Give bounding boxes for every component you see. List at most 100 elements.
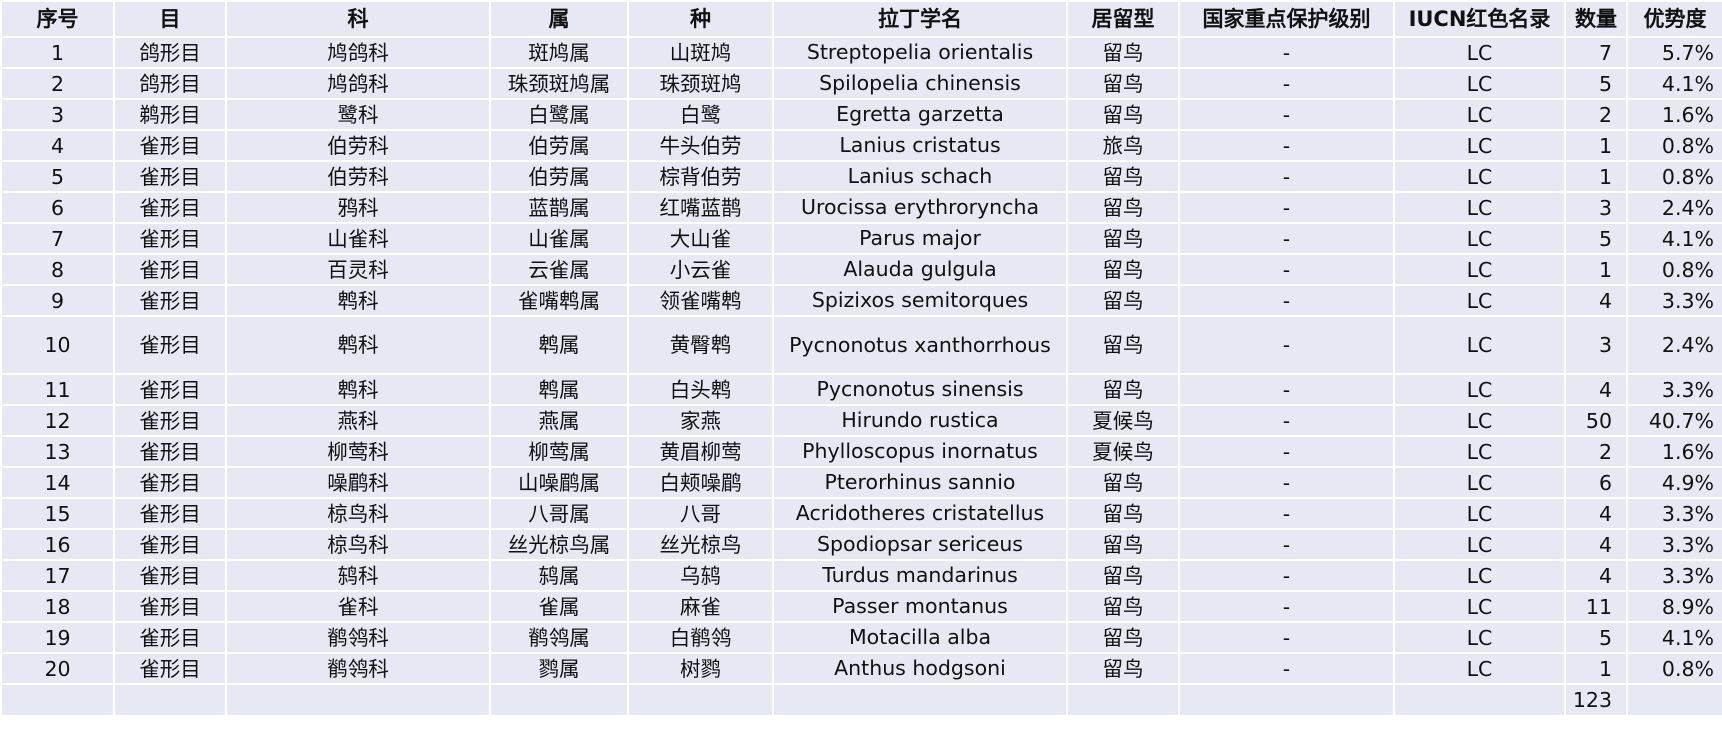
cell-genus: 八哥属 — [489, 497, 629, 530]
cell-latin-name: Motacilla alba — [772, 621, 1068, 654]
cell-family: 鹎科 — [225, 284, 491, 317]
table-row: 19 雀形目 鹡鸰科 鹡鸰属 白鹡鸰 Motacilla alba 留鸟 - LC 5 4.1% — [0, 621, 1722, 654]
total-blank-cell — [489, 683, 629, 717]
cell-residence-type: 留鸟 — [1066, 315, 1180, 375]
cell-species: 白颊噪鹛 — [627, 466, 774, 499]
cell-species: 乌鸫 — [627, 559, 774, 592]
cell-order: 雀形目 — [113, 160, 227, 193]
cell-species: 黄臀鹎 — [627, 315, 774, 375]
cell-dominance: 3.3% — [1626, 528, 1722, 561]
cell-residence-type: 留鸟 — [1066, 590, 1180, 623]
total-blank-cell — [1393, 683, 1566, 717]
cell-index: 20 — [0, 652, 115, 685]
table-row: 17 雀形目 鸫科 鸫属 乌鸫 Turdus mandarinus 留鸟 - LC 4 3.3% — [0, 559, 1722, 592]
cell-iucn: LC — [1393, 98, 1566, 131]
cell-national-protection: - — [1178, 466, 1395, 499]
cell-genus: 珠颈斑鸠属 — [489, 67, 629, 100]
cell-species: 麻雀 — [627, 590, 774, 623]
cell-national-protection: - — [1178, 284, 1395, 317]
cell-residence-type: 留鸟 — [1066, 652, 1180, 685]
cell-residence-type: 留鸟 — [1066, 497, 1180, 530]
cell-iucn: LC — [1393, 284, 1566, 317]
cell-dominance: 4.1% — [1626, 222, 1722, 255]
cell-index: 14 — [0, 466, 115, 499]
cell-genus: 雀属 — [489, 590, 629, 623]
cell-genus: 云雀属 — [489, 253, 629, 286]
cell-latin-name: Phylloscopus inornatus — [772, 435, 1068, 468]
cell-national-protection: - — [1178, 559, 1395, 592]
table-body: 1 鸽形目 鸠鸽科 斑鸠属 山斑鸠 Streptopelia orientalis 留鸟 - L… — [0, 36, 1722, 685]
cell-order: 雀形目 — [113, 404, 227, 437]
table-row: 9 雀形目 鹎科 雀嘴鹎属 领雀嘴鹎 Spizixos semitorques 留鸟 - LC 4… — [0, 284, 1722, 317]
cell-residence-type: 留鸟 — [1066, 67, 1180, 100]
cell-genus: 丝光椋鸟属 — [489, 528, 629, 561]
header-count: 数量 — [1564, 0, 1628, 38]
cell-residence-type: 留鸟 — [1066, 466, 1180, 499]
cell-species: 白头鹎 — [627, 373, 774, 406]
cell-residence-type: 留鸟 — [1066, 36, 1180, 69]
cell-family: 鹡鸰科 — [225, 652, 491, 685]
cell-national-protection: - — [1178, 191, 1395, 224]
cell-dominance: 2.4% — [1626, 315, 1722, 375]
cell-species: 丝光椋鸟 — [627, 528, 774, 561]
total-row: 123 — [0, 683, 1722, 717]
cell-genus: 雀嘴鹎属 — [489, 284, 629, 317]
cell-index: 10 — [0, 315, 115, 375]
table-row: 7 雀形目 山雀科 山雀属 大山雀 Parus major 留鸟 - LC 5 4.1% — [0, 222, 1722, 255]
cell-national-protection: - — [1178, 497, 1395, 530]
cell-index: 19 — [0, 621, 115, 654]
cell-species: 牛头伯劳 — [627, 129, 774, 162]
cell-dominance: 3.3% — [1626, 284, 1722, 317]
cell-latin-name: Passer montanus — [772, 590, 1068, 623]
cell-iucn: LC — [1393, 373, 1566, 406]
header-index: 序号 — [0, 0, 115, 38]
cell-latin-name: Acridotheres cristatellus — [772, 497, 1068, 530]
cell-iucn: LC — [1393, 652, 1566, 685]
cell-residence-type: 留鸟 — [1066, 222, 1180, 255]
cell-species: 白鹡鸰 — [627, 621, 774, 654]
cell-dominance: 2.4% — [1626, 191, 1722, 224]
cell-genus: 伯劳属 — [489, 160, 629, 193]
cell-family: 伯劳科 — [225, 160, 491, 193]
header-row: 序号 目 科 属 种 拉丁学名 居留型 国家重点保护级别 IUCN红色名录 数量… — [0, 0, 1722, 38]
cell-species: 黄眉柳莺 — [627, 435, 774, 468]
cell-dominance: 3.3% — [1626, 497, 1722, 530]
cell-genus: 山噪鹛属 — [489, 466, 629, 499]
cell-index: 6 — [0, 191, 115, 224]
cell-order: 鸽形目 — [113, 36, 227, 69]
cell-index: 17 — [0, 559, 115, 592]
cell-dominance: 3.3% — [1626, 373, 1722, 406]
cell-species: 山斑鸠 — [627, 36, 774, 69]
table-row: 14 雀形目 噪鹛科 山噪鹛属 白颊噪鹛 Pterorhinus sannio 留鸟 - LC 6… — [0, 466, 1722, 499]
cell-genus: 伯劳属 — [489, 129, 629, 162]
cell-dominance: 40.7% — [1626, 404, 1722, 437]
table-row: 12 雀形目 燕科 燕属 家燕 Hirundo rustica 夏候鸟 - LC 50 40.7% — [0, 404, 1722, 437]
cell-index: 4 — [0, 129, 115, 162]
cell-order: 雀形目 — [113, 253, 227, 286]
cell-national-protection: - — [1178, 528, 1395, 561]
cell-family: 鸠鸽科 — [225, 36, 491, 69]
total-blank-cell — [113, 683, 227, 717]
cell-index: 8 — [0, 253, 115, 286]
cell-count: 3 — [1564, 191, 1628, 224]
cell-genus: 斑鸠属 — [489, 36, 629, 69]
cell-latin-name: Streptopelia orientalis — [772, 36, 1068, 69]
cell-family: 椋鸟科 — [225, 497, 491, 530]
cell-index: 3 — [0, 98, 115, 131]
cell-national-protection: - — [1178, 98, 1395, 131]
cell-iucn: LC — [1393, 621, 1566, 654]
cell-iucn: LC — [1393, 160, 1566, 193]
table-row: 2 鸽形目 鸠鸽科 珠颈斑鸠属 珠颈斑鸠 Spilopelia chinensis 留鸟 - L… — [0, 67, 1722, 100]
total-blank-cell — [1178, 683, 1395, 717]
cell-family: 伯劳科 — [225, 129, 491, 162]
cell-national-protection: - — [1178, 590, 1395, 623]
cell-family: 鸫科 — [225, 559, 491, 592]
cell-count: 4 — [1564, 497, 1628, 530]
cell-latin-name: Hirundo rustica — [772, 404, 1068, 437]
cell-family: 鸠鸽科 — [225, 67, 491, 100]
cell-residence-type: 留鸟 — [1066, 160, 1180, 193]
cell-dominance: 1.6% — [1626, 435, 1722, 468]
cell-genus: 蓝鹊属 — [489, 191, 629, 224]
cell-family: 椋鸟科 — [225, 528, 491, 561]
header-species: 种 — [627, 0, 774, 38]
